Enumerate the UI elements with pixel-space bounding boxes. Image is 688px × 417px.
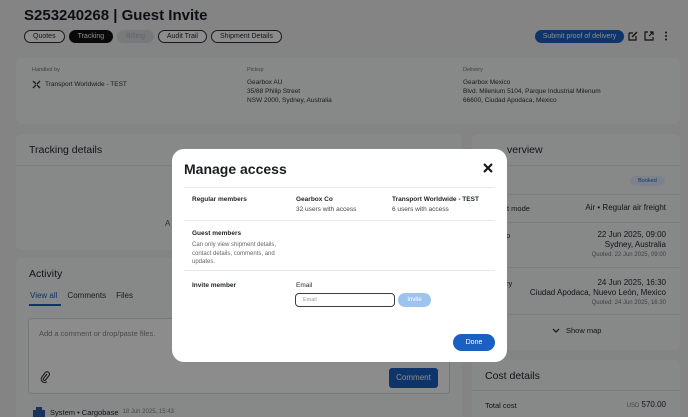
regular-members-label: Regular members xyxy=(192,196,247,203)
email-label: Email xyxy=(296,282,313,289)
done-button[interactable]: Done xyxy=(453,334,495,351)
email-input[interactable]: Email xyxy=(295,293,395,307)
email-placeholder: Email xyxy=(303,297,317,303)
org-transport-worldwide: Transport Worldwide - TEST 6 users with … xyxy=(392,196,479,213)
manage-access-modal: Manage access Regular members Gearbox Co… xyxy=(172,149,507,362)
close-icon[interactable] xyxy=(482,162,494,174)
invite-member-label: Invite member xyxy=(192,282,237,289)
guest-members-label: Guest members xyxy=(192,230,242,237)
guest-members-description: Can only view shipment details, contact … xyxy=(192,242,277,265)
org-gearbox-co: Gearbox Co 32 users with access xyxy=(296,196,357,213)
modal-title: Manage access xyxy=(184,161,287,177)
modal-divider-2 xyxy=(184,220,495,221)
invite-button[interactable]: Invite xyxy=(398,293,431,307)
modal-divider-1 xyxy=(184,187,495,188)
modal-divider-3 xyxy=(184,270,495,271)
